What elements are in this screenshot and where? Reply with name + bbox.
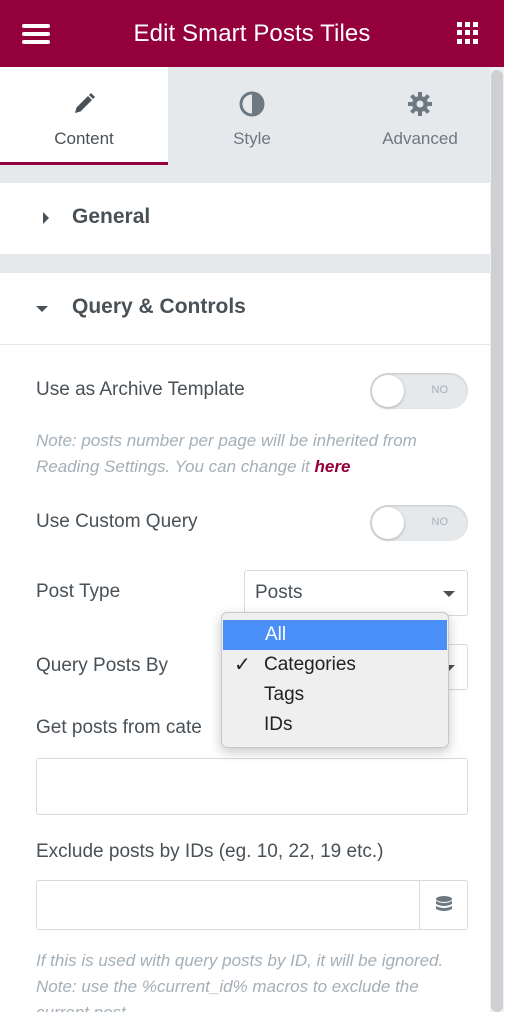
grid-icon[interactable] — [457, 22, 479, 44]
toggle-text: NO — [431, 384, 449, 396]
custom-query-toggle[interactable]: NO — [370, 505, 468, 541]
checkmark-icon: ✓ — [234, 654, 251, 676]
tab-advanced-label: Advanced — [382, 129, 458, 148]
hamburger-icon[interactable] — [22, 24, 50, 44]
database-icon[interactable] — [419, 881, 467, 929]
note-text: Note: posts number per page will be inhe… — [36, 431, 417, 476]
reading-settings-note: Note: posts number per page will be inhe… — [36, 428, 456, 480]
toggle-knob — [372, 507, 404, 539]
caret-right-icon — [43, 212, 49, 224]
toggle-text: NO — [431, 516, 449, 528]
pencil-icon — [71, 91, 97, 117]
toggle-knob — [372, 375, 404, 407]
caret-down-icon — [36, 306, 48, 312]
gear-icon — [407, 91, 433, 117]
divider — [0, 255, 490, 273]
tab-content[interactable]: Content — [0, 67, 168, 165]
page-title: Edit Smart Posts Tiles — [133, 19, 371, 47]
query-by-dropdown-menu: All ✓ Categories Tags IDs — [221, 612, 449, 748]
divider — [0, 165, 490, 183]
tab-style-label: Style — [233, 129, 271, 148]
query-by-id-note: If this is used with query posts by ID, … — [36, 951, 444, 1012]
here-link[interactable]: here — [315, 457, 351, 476]
half-circle-icon — [239, 91, 265, 117]
section-general-title: General — [72, 205, 151, 228]
get-posts-from-label: Get posts from cate — [36, 717, 202, 738]
custom-query-label: Use Custom Query — [36, 511, 198, 532]
dropdown-option-categories[interactable]: ✓ Categories — [222, 650, 448, 680]
archive-template-label: Use as Archive Template — [36, 379, 245, 400]
tab-advanced[interactable]: Advanced — [336, 67, 504, 165]
post-type-value: Posts — [255, 582, 303, 603]
section-general-header[interactable]: General — [0, 183, 490, 255]
section-query-title: Query & Controls — [72, 295, 246, 318]
chevron-down-icon — [443, 591, 455, 597]
archive-template-toggle[interactable]: NO — [370, 373, 468, 409]
exclude-ids-label: Exclude posts by IDs (eg. 10, 22, 19 etc… — [36, 841, 384, 862]
section-query-header[interactable]: Query & Controls — [0, 273, 490, 345]
tab-style[interactable]: Style — [168, 67, 336, 165]
panel-tabs: Content Style Advanced — [0, 67, 504, 165]
tab-content-label: Content — [54, 129, 114, 148]
dropdown-option-all[interactable]: All — [223, 620, 447, 650]
dropdown-option-ids[interactable]: IDs — [222, 710, 448, 740]
scrollbar-thumb[interactable] — [491, 70, 503, 1012]
post-type-select[interactable]: Posts — [244, 570, 468, 616]
exclude-ids-input[interactable] — [36, 880, 468, 930]
top-bar: Edit Smart Posts Tiles — [0, 0, 504, 67]
post-type-label: Post Type — [36, 581, 121, 602]
query-by-label: Query Posts By — [36, 655, 168, 676]
panel-edge — [504, 0, 512, 1012]
categories-input[interactable] — [36, 758, 468, 815]
dropdown-option-tags[interactable]: Tags — [222, 680, 448, 710]
